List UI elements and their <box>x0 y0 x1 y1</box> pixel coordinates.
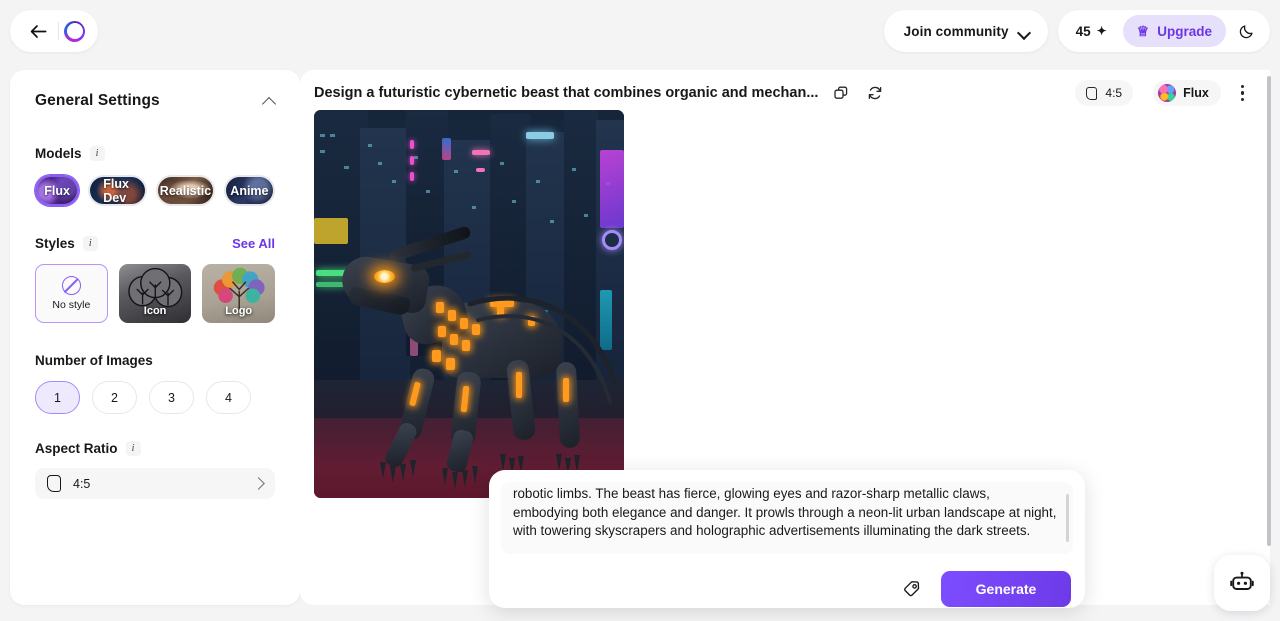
aspect-ratio-select[interactable]: 4:5 <box>35 468 275 499</box>
general-settings-title: General Settings <box>35 92 160 109</box>
settings-sidebar: General Settings Models i Flux Flux Dev <box>10 70 300 605</box>
aspect-ratio-badge-value: 4:5 <box>1105 86 1123 100</box>
robot-icon <box>1230 571 1254 590</box>
no-style-icon <box>61 276 81 295</box>
style-label: No style <box>52 299 91 311</box>
model-option-flux-dev[interactable]: Flux Dev <box>88 175 148 206</box>
top-left-pill <box>10 10 98 52</box>
number-of-images-label-row: Number of Images <box>35 353 275 368</box>
upgrade-label: Upgrade <box>1157 23 1212 39</box>
model-badge-label: Flux <box>1183 86 1209 100</box>
model-option-flux[interactable]: Flux <box>35 175 80 206</box>
aspect-ratio-label-row: Aspect Ratio i <box>35 441 275 456</box>
generate-button[interactable]: Generate <box>941 571 1071 607</box>
styles-label-row: Styles i <box>35 236 98 251</box>
models-label-row: Models i <box>35 146 275 161</box>
divider <box>58 22 59 40</box>
app-root: Join community 45 ✦ ♕ Upgrade General Se… <box>0 0 1280 621</box>
models-label: Models <box>35 146 82 161</box>
image-count-option-4[interactable]: 4 <box>206 381 251 414</box>
credits-value: 45 <box>1075 23 1091 39</box>
model-label: Flux <box>44 183 70 198</box>
aspect-ratio-value: 4:5 <box>73 476 91 491</box>
model-option-anime[interactable]: Anime <box>223 175 275 206</box>
styles-label: Styles <box>35 236 75 251</box>
kebab-menu-icon[interactable] <box>1233 81 1252 105</box>
style-label: Icon <box>143 305 167 317</box>
model-label: Flux Dev <box>103 176 129 205</box>
info-icon[interactable]: i <box>125 441 141 456</box>
number-of-images-label: Number of Images <box>35 353 153 368</box>
style-option-no-style[interactable]: No style <box>35 264 108 323</box>
prompt-actions: Generate <box>501 571 1073 607</box>
portrait-frame-icon <box>47 475 61 492</box>
top-right-group: Join community 45 ✦ ♕ Upgrade <box>883 10 1270 52</box>
prompt-input[interactable]: robotic limbs. The beast has fierce, glo… <box>513 485 1059 541</box>
moon-icon <box>1239 25 1253 39</box>
general-settings-header[interactable]: General Settings <box>35 92 275 110</box>
image-count-option-2[interactable]: 2 <box>92 381 137 414</box>
generated-image[interactable] <box>314 110 624 498</box>
model-option-realistic[interactable]: Realistic <box>156 175 215 206</box>
aspect-ratio-label: Aspect Ratio <box>35 441 118 456</box>
chevron-right-icon <box>252 477 265 490</box>
upgrade-button[interactable]: ♕ Upgrade <box>1122 15 1226 47</box>
style-option-icon[interactable]: Icon <box>118 264 192 323</box>
page-scrollbar[interactable] <box>1267 76 1271 546</box>
sparkle-icon: ✦ <box>1096 24 1107 38</box>
image-count-option-3[interactable]: 3 <box>149 381 194 414</box>
account-pill: 45 ✦ ♕ Upgrade <box>1057 10 1270 52</box>
credits-button[interactable]: 45 ✦ <box>1064 16 1119 46</box>
prompt-input-wrapper[interactable]: robotic limbs. The beast has fierce, glo… <box>501 482 1073 554</box>
info-icon[interactable]: i <box>89 146 105 161</box>
aspect-ratio-badge[interactable]: 4:5 <box>1075 80 1134 106</box>
styles-section: Styles i See All No style Icon Logo <box>35 236 276 323</box>
chevron-up-icon[interactable] <box>263 97 275 105</box>
flux-avatar-icon <box>1158 84 1177 102</box>
model-badge[interactable]: Flux <box>1153 80 1221 106</box>
info-icon[interactable]: i <box>82 236 98 251</box>
theme-toggle-button[interactable] <box>1230 14 1264 48</box>
style-label: Logo <box>225 305 253 317</box>
tag-icon[interactable] <box>899 576 925 602</box>
model-label: Realistic <box>159 183 212 198</box>
number-of-images-options: 1 2 3 4 <box>35 381 275 414</box>
result-header: Design a futuristic cybernetic beast tha… <box>300 76 1270 110</box>
number-of-images-section: Number of Images 1 2 3 4 <box>35 353 275 414</box>
see-all-styles-link[interactable]: See All <box>232 236 275 251</box>
styles-options: No style Icon Logo <box>35 264 276 323</box>
portrait-frame-icon <box>1086 86 1098 100</box>
crown-icon: ♕ <box>1136 23 1150 39</box>
prompt-composer: robotic limbs. The beast has fierce, glo… <box>489 470 1085 608</box>
image-count-option-1[interactable]: 1 <box>35 381 80 414</box>
styles-header: Styles i See All <box>35 236 275 251</box>
refresh-icon[interactable] <box>864 82 886 104</box>
style-option-logo[interactable]: Logo <box>202 264 276 323</box>
aspect-ratio-section: Aspect Ratio i 4:5 <box>35 441 275 499</box>
prompt-scrollbar[interactable] <box>1065 494 1069 542</box>
models-section: Models i Flux Flux Dev Realistic Anime <box>35 146 275 206</box>
models-options: Flux Flux Dev Realistic Anime <box>35 175 275 206</box>
arrow-left-icon[interactable] <box>23 16 53 46</box>
join-community-button[interactable]: Join community <box>883 10 1048 52</box>
chevron-down-icon <box>1019 28 1030 35</box>
copy-icon[interactable] <box>830 82 852 104</box>
page-title: Design a futuristic cybernetic beast tha… <box>314 85 819 101</box>
cyber-beast <box>314 110 624 498</box>
ring-logo-icon[interactable] <box>64 20 85 42</box>
model-label: Anime <box>230 183 269 198</box>
join-community-label: Join community <box>903 23 1009 39</box>
chat-bot-button[interactable] <box>1214 555 1270 611</box>
top-bar: Join community 45 ✦ ♕ Upgrade <box>0 0 1280 60</box>
